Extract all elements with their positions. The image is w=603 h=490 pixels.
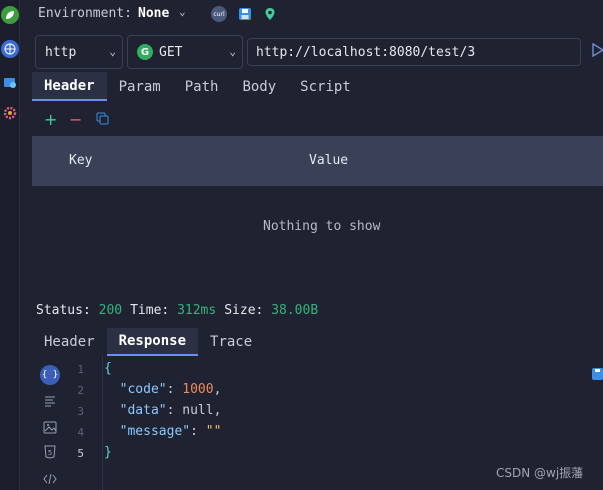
code-line: "code": 1000, — [119, 382, 222, 397]
location-pin-icon[interactable] — [262, 6, 278, 22]
chevron-down-icon[interactable]: ⌄ — [179, 5, 186, 18]
tab-param[interactable]: Param — [107, 72, 173, 101]
column-key: Key — [69, 153, 93, 168]
code-line: { — [104, 361, 112, 376]
line-number: 3 — [77, 405, 84, 418]
tab-header[interactable]: Header — [32, 72, 107, 101]
json-key: "code" — [119, 382, 167, 397]
json-brace: } — [104, 445, 112, 460]
image-view-icon[interactable] — [40, 417, 60, 437]
curl-icon[interactable]: curl — [211, 6, 227, 22]
time-label: Time: — [130, 303, 170, 318]
json-number: 1000 — [182, 382, 214, 397]
column-value: Value — [309, 153, 349, 168]
chevron-down-icon: ⌄ — [109, 45, 116, 58]
settings-gear-icon[interactable] — [1, 104, 19, 122]
environment-select[interactable]: None — [138, 6, 169, 21]
chevron-down-icon: ⌄ — [229, 45, 236, 58]
protocol-value: http — [45, 44, 77, 60]
response-tabs: Header Response Trace — [32, 328, 264, 356]
add-icon[interactable]: + — [44, 110, 57, 129]
remove-icon[interactable]: − — [69, 110, 82, 129]
save-response-icon[interactable] — [592, 368, 603, 384]
svg-text:5: 5 — [48, 449, 52, 457]
json-key: "data" — [119, 403, 167, 418]
tab-trace[interactable]: Trace — [198, 328, 264, 356]
response-status-bar: Status: 200 Time: 312ms Size: 38.00B — [36, 303, 326, 318]
http-globe-icon[interactable] — [1, 40, 19, 58]
editor-gutter-divider — [102, 356, 103, 490]
folder-globe-icon[interactable] — [1, 73, 19, 91]
json-brace: { — [104, 361, 112, 376]
tab-path[interactable]: Path — [173, 72, 231, 101]
status-value: 200 — [98, 303, 123, 318]
line-number: 5 — [77, 447, 84, 460]
spring-leaf-icon[interactable] — [1, 6, 19, 24]
watermark: CSDN @wj振藩 — [496, 466, 584, 480]
code-line: "data": null, — [119, 403, 222, 418]
tab-response-header[interactable]: Header — [32, 328, 107, 356]
protocol-select[interactable]: http ⌄ — [35, 35, 123, 69]
url-value: http://localhost:8080/test/3 — [256, 44, 476, 60]
request-tabs: Header Param Path Body Script — [32, 72, 363, 101]
activity-bar — [0, 0, 20, 490]
html5-view-icon[interactable]: 5 — [40, 442, 60, 462]
curl-badge: curl — [211, 6, 227, 22]
send-icon[interactable] — [592, 42, 603, 60]
json-view-icon[interactable]: { } — [40, 365, 60, 385]
json-null: null — [182, 403, 214, 418]
tab-response-body[interactable]: Response — [106, 328, 199, 356]
code-line: "message": "" — [119, 424, 222, 439]
save-icon[interactable] — [237, 6, 253, 22]
status-label: Status: — [36, 303, 91, 318]
method-value: GET — [159, 44, 183, 60]
empty-state-text: Nothing to show — [263, 219, 381, 234]
code-line: } — [104, 445, 112, 460]
size-value: 38.00B — [271, 303, 319, 318]
tab-body[interactable]: Body — [230, 72, 288, 101]
tab-script[interactable]: Script — [288, 72, 363, 101]
copy-icon[interactable] — [96, 112, 109, 129]
size-label: Size: — [224, 303, 264, 318]
time-value: 312ms — [177, 303, 217, 318]
code-view-icon[interactable] — [40, 469, 60, 489]
json-key: "message" — [119, 424, 191, 439]
environment-label: Environment: — [38, 6, 132, 21]
url-input[interactable]: http://localhost:8080/test/3 — [247, 38, 581, 66]
text-view-icon[interactable] — [40, 391, 60, 411]
method-select[interactable]: G GET ⌄ — [127, 35, 243, 69]
line-number: 1 — [77, 363, 84, 376]
method-badge-icon: G — [137, 44, 153, 60]
line-number: 2 — [77, 384, 84, 397]
json-string: "" — [205, 424, 222, 439]
line-number: 4 — [77, 426, 84, 439]
